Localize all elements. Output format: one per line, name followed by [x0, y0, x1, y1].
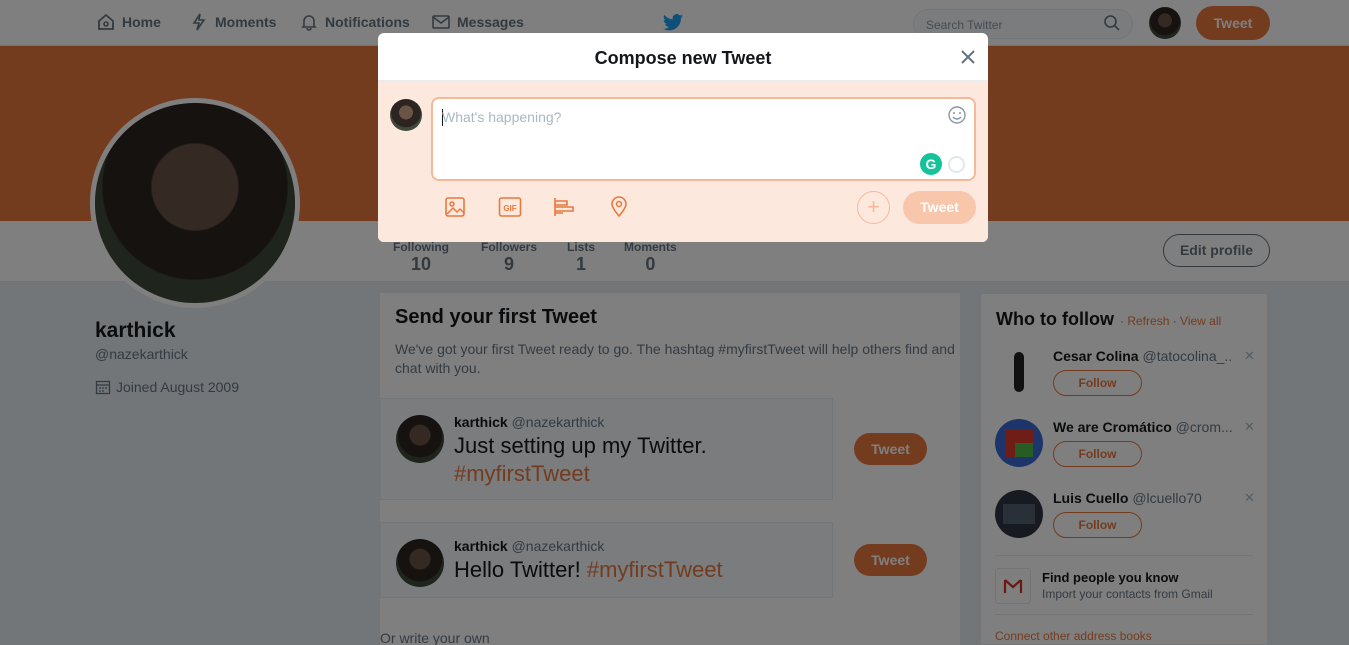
poll-icon[interactable]: [553, 196, 577, 218]
grammarly-icon[interactable]: G: [920, 153, 942, 175]
dialog-header: Compose new Tweet: [378, 33, 988, 81]
gif-icon[interactable]: GIF: [498, 196, 522, 218]
compose-tweet-dialog: Compose new Tweet What's happening? G GI…: [378, 33, 988, 242]
compose-body: What's happening? G GIF + Tweet: [378, 81, 988, 242]
emoji-icon[interactable]: [947, 105, 967, 125]
location-icon[interactable]: [608, 196, 630, 218]
image-icon[interactable]: [444, 196, 466, 218]
avatar: [390, 99, 422, 131]
close-icon[interactable]: [959, 48, 977, 66]
tweet-textarea[interactable]: What's happening? G: [431, 97, 976, 181]
svg-text:GIF: GIF: [503, 204, 516, 213]
dialog-title: Compose new Tweet: [594, 48, 772, 68]
character-counter: [948, 156, 965, 173]
compose-tweet-button[interactable]: Tweet: [903, 191, 976, 224]
add-tweet-button[interactable]: +: [857, 191, 890, 224]
tweet-placeholder: What's happening?: [442, 109, 562, 125]
